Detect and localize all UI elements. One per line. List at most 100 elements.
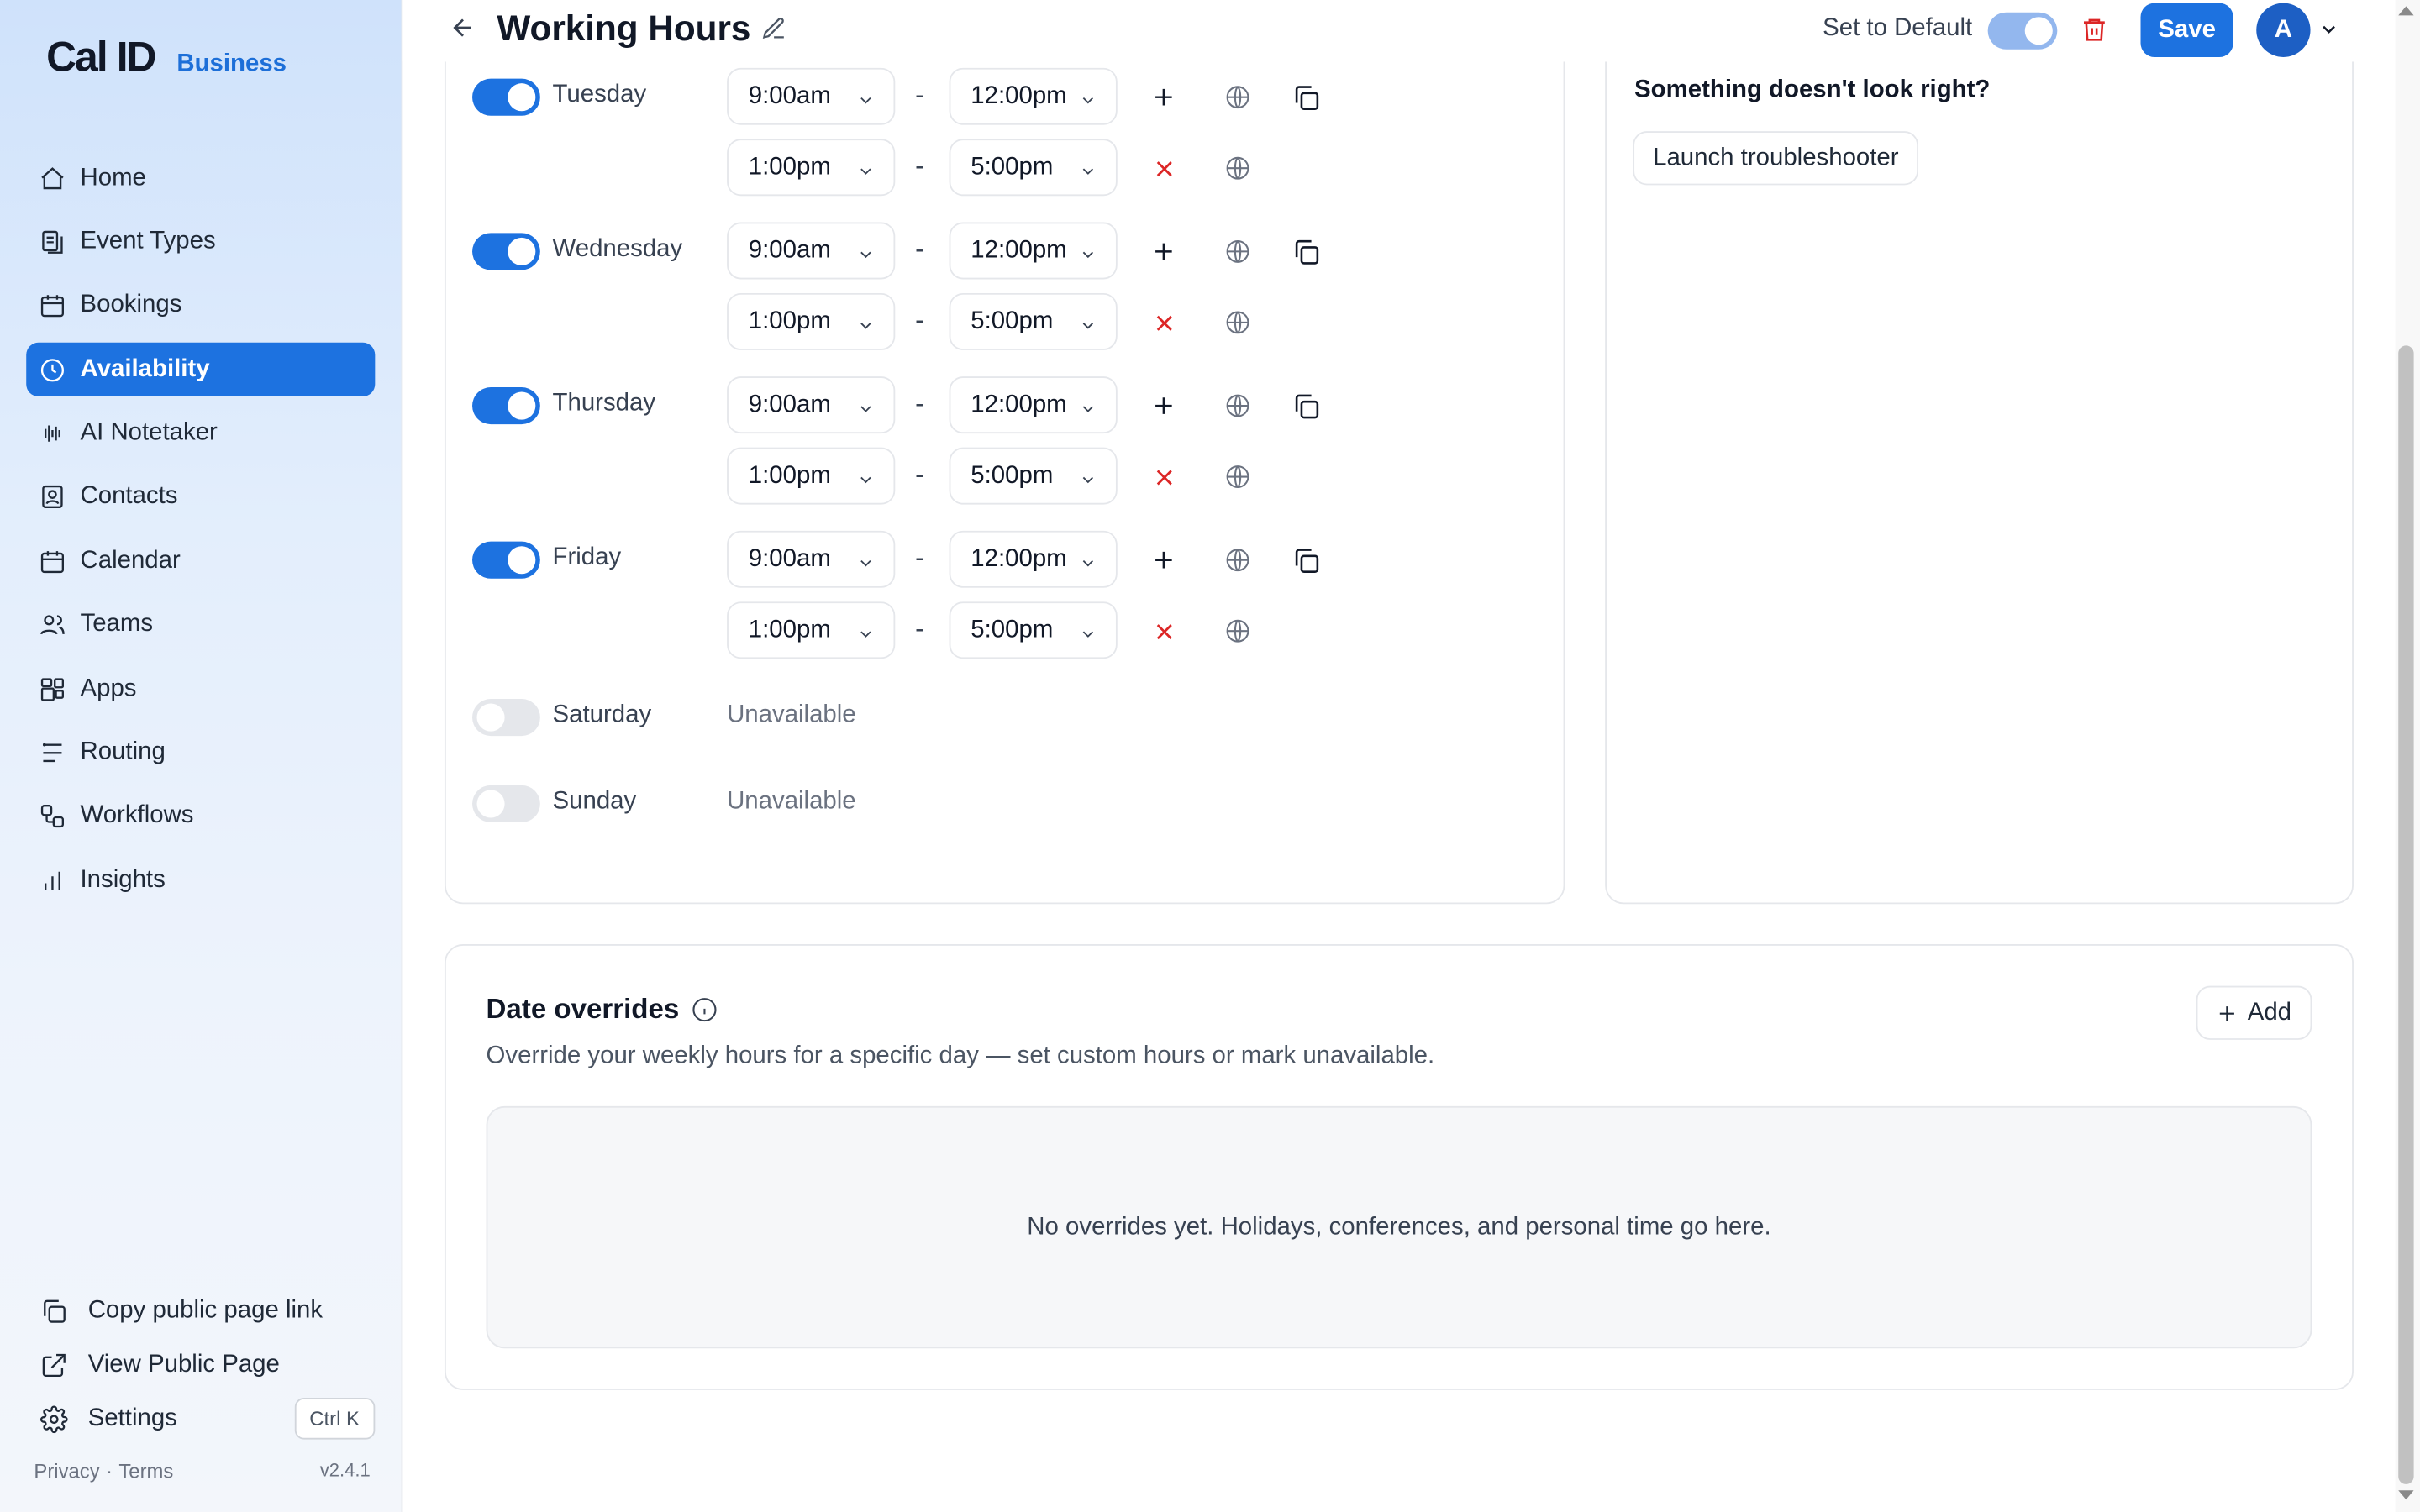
start-time-value: 1:00pm (748, 307, 831, 334)
plus-icon[interactable] (1149, 544, 1180, 575)
start-time-select[interactable]: 1:00pm (727, 447, 896, 505)
plus-icon[interactable] (1149, 81, 1180, 113)
globe-icon[interactable] (1223, 307, 1254, 339)
start-time-select[interactable]: 1:00pm (727, 601, 896, 659)
close-icon[interactable] (1149, 461, 1180, 492)
plus-icon[interactable] (1149, 391, 1180, 422)
copy-icon[interactable] (1290, 391, 1321, 422)
chevron-down-icon (1079, 623, 1097, 642)
time-range-dash: - (915, 459, 924, 490)
scroll-down-arrow[interactable] (2398, 1490, 2414, 1500)
set-default-label: Set to Default (1823, 15, 1973, 42)
start-time-value: 1:00pm (748, 616, 831, 643)
globe-icon[interactable] (1223, 616, 1254, 647)
unavailable-label: Unavailable (727, 788, 856, 815)
command-palette-shortcut[interactable]: Ctrl K (293, 1398, 376, 1440)
info-icon[interactable] (692, 997, 718, 1023)
globe-icon[interactable] (1223, 81, 1254, 113)
globe-icon[interactable] (1223, 391, 1254, 422)
add-override-button[interactable]: Add (2196, 985, 2312, 1040)
privacy-link[interactable]: Privacy (34, 1460, 99, 1483)
gear-icon (39, 1403, 70, 1434)
start-time-select[interactable]: 9:00am (727, 222, 896, 280)
start-time-value: 1:00pm (748, 153, 831, 180)
end-time-value: 12:00pm (971, 82, 1067, 109)
version-label: v2.4.1 (319, 1459, 371, 1482)
end-time-select[interactable]: 5:00pm (949, 292, 1118, 350)
thursday-toggle[interactable] (472, 387, 540, 425)
globe-icon[interactable] (1223, 153, 1254, 184)
copy-public-link-label: Copy public page link (87, 1296, 324, 1323)
end-time-select[interactable]: 5:00pm (949, 139, 1118, 197)
launch-troubleshooter-button[interactable]: Launch troubleshooter (1633, 131, 1919, 186)
day-label: Sunday (552, 788, 637, 815)
globe-icon[interactable] (1223, 461, 1254, 492)
end-time-select[interactable]: 5:00pm (949, 447, 1118, 505)
end-time-select[interactable]: 12:00pm (949, 376, 1118, 434)
avatar[interactable]: A (2256, 3, 2311, 57)
start-time-select[interactable]: 9:00am (727, 376, 896, 434)
saturday-toggle[interactable] (472, 699, 540, 737)
chevron-down-icon (856, 315, 875, 333)
time-range-dash: - (915, 80, 924, 110)
copy-icon[interactable] (1290, 236, 1321, 267)
copy-icon[interactable] (1290, 544, 1321, 575)
globe-icon[interactable] (1223, 236, 1254, 267)
sidebar-item-insights[interactable]: Insights (26, 853, 375, 907)
trash-icon[interactable] (2081, 14, 2112, 48)
chevron-down-icon (856, 469, 875, 487)
time-range-dash: - (915, 614, 924, 643)
wednesday-toggle[interactable] (472, 233, 540, 270)
end-time-select[interactable]: 12:00pm (949, 222, 1118, 280)
save-button[interactable]: Save (2140, 3, 2233, 57)
set-default-toggle[interactable] (1987, 12, 2058, 50)
start-time-select[interactable]: 1:00pm (727, 292, 896, 350)
globe-icon[interactable] (1223, 544, 1254, 575)
sunday-toggle[interactable] (472, 785, 540, 822)
bar-chart-icon (39, 867, 66, 895)
back-arrow-icon[interactable] (449, 14, 480, 45)
copy-public-link-button[interactable]: Copy public page link (26, 1284, 375, 1337)
start-time-select[interactable]: 9:00am (727, 530, 896, 588)
time-range-dash: - (915, 150, 924, 181)
pencil-icon[interactable] (760, 15, 792, 46)
scroll-up-arrow[interactable] (2398, 6, 2414, 16)
close-icon[interactable] (1149, 616, 1180, 647)
day-label: Thursday (552, 390, 656, 417)
end-time-select[interactable]: 12:00pm (949, 530, 1118, 588)
day-label: Saturday (552, 701, 652, 728)
chevron-down-icon (856, 244, 875, 262)
page-title: Working Hours (497, 8, 751, 48)
close-icon[interactable] (1149, 307, 1180, 339)
troubleshooter-question: Something doesn't look right? (1634, 76, 1991, 104)
start-time-select[interactable]: 9:00am (727, 67, 896, 125)
end-time-value: 5:00pm (971, 307, 1054, 334)
time-range-dash: - (915, 543, 924, 573)
settings-link[interactable]: Settings Ctrl K (26, 1392, 376, 1446)
view-public-page-link[interactable]: View Public Page (26, 1337, 375, 1391)
time-range-dash: - (915, 388, 924, 418)
tuesday-toggle[interactable] (472, 78, 540, 116)
day-label: Wednesday (552, 236, 683, 263)
close-icon[interactable] (1149, 153, 1180, 184)
end-time-value: 12:00pm (971, 391, 1067, 417)
date-overrides-title: Date overrides (486, 993, 680, 1025)
overrides-empty-state: No overrides yet. Holidays, conferences,… (486, 1105, 2312, 1349)
end-time-value: 5:00pm (971, 616, 1054, 643)
copy-icon[interactable] (1290, 81, 1321, 113)
scrollbar-thumb[interactable] (2398, 345, 2414, 1484)
page-header: Working Hours Set to Default Save A (402, 0, 2394, 62)
end-time-select[interactable]: 5:00pm (949, 601, 1118, 659)
friday-toggle[interactable] (472, 541, 540, 579)
chevron-down-icon (1079, 90, 1097, 108)
terms-link[interactable]: Terms (118, 1460, 173, 1483)
date-overrides-heading: Date overrides (487, 994, 718, 1026)
plus-icon[interactable] (1149, 236, 1180, 267)
start-time-select[interactable]: 1:00pm (727, 139, 896, 197)
time-range-dash: - (915, 305, 924, 335)
end-time-select[interactable]: 12:00pm (949, 67, 1118, 125)
day-label: Tuesday (552, 81, 647, 108)
chevron-down-icon[interactable] (2318, 18, 2343, 43)
start-time-value: 9:00am (748, 545, 831, 572)
end-time-value: 5:00pm (971, 153, 1054, 180)
